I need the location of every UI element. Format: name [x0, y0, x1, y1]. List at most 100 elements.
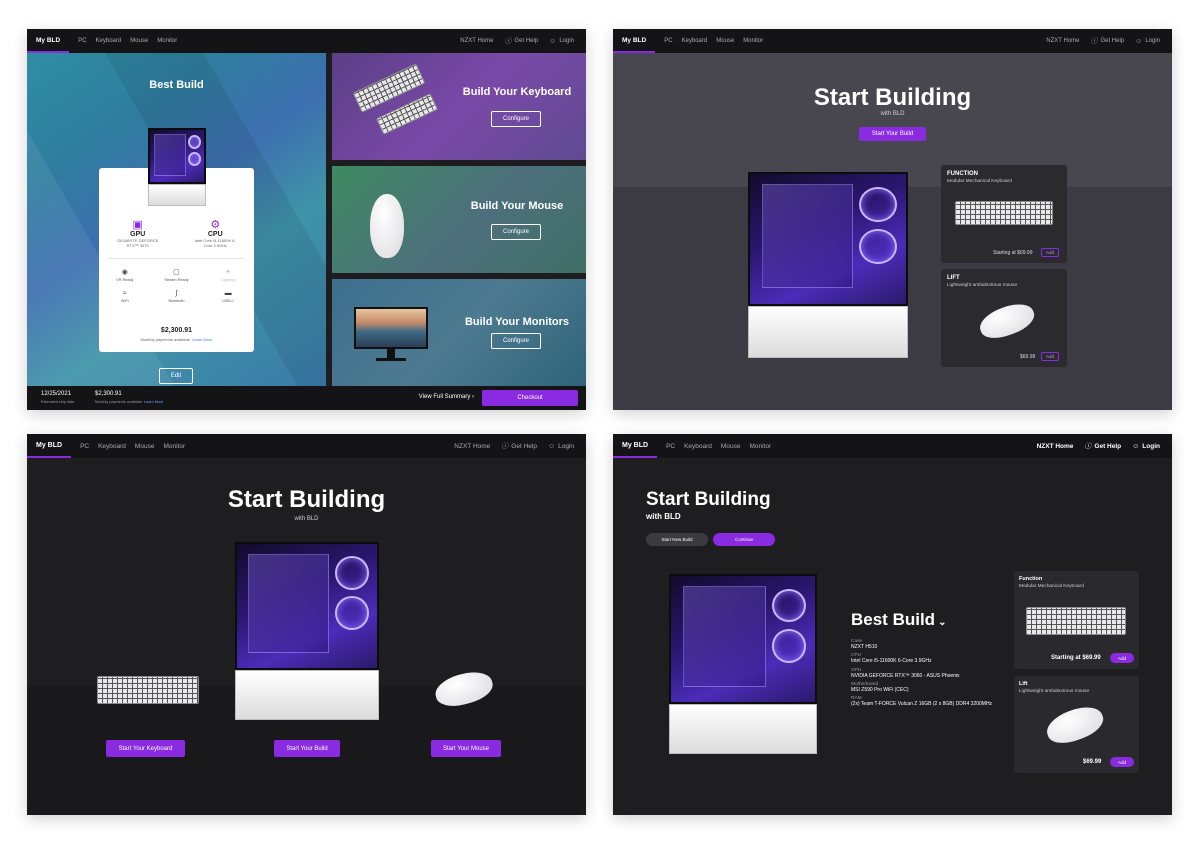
spec-value: Intel Core i5-11600K 6-Core 3.9GHz: [851, 658, 932, 665]
top-nav: My BLD PC Keyboard Mouse Monitor NZXT Ho…: [27, 29, 586, 53]
footer-price: $2,300.91: [95, 391, 122, 397]
card-subtitle: Lightweight ambidextrous mouse: [947, 283, 1018, 288]
nav-link-mouse[interactable]: Mouse: [716, 38, 734, 44]
nav-link-keyboard[interactable]: Keyboard: [684, 443, 712, 450]
nav-login-label: Login: [1145, 38, 1160, 44]
nav-link-keyboard[interactable]: Keyboard: [96, 38, 122, 44]
add-keyboard-button[interactable]: Add: [1110, 653, 1134, 663]
nav-get-help[interactable]: ⓘ Get Help: [504, 36, 538, 46]
pc-case-image: [148, 128, 206, 206]
nav-get-help[interactable]: ⓘ Get Help: [1084, 441, 1121, 451]
card-subtitle: Modular Mechanical Keyboard: [1019, 584, 1084, 589]
start-your-keyboard-button[interactable]: Start Your Keyboard: [106, 740, 185, 757]
nav-link-keyboard[interactable]: Keyboard: [98, 443, 126, 450]
nav-link-monitor[interactable]: Monitor: [163, 443, 185, 450]
footer-payments: Monthly payments available. Learn More: [95, 400, 163, 404]
add-keyboard-button[interactable]: Add: [1041, 248, 1059, 257]
start-your-mouse-button[interactable]: Start Your Mouse: [431, 740, 501, 757]
nav-nzxt-home[interactable]: NZXT Home: [1046, 38, 1079, 44]
add-mouse-button[interactable]: Add: [1110, 757, 1134, 767]
nav-brand[interactable]: My BLD: [613, 434, 658, 458]
nav-login[interactable]: ☺ Login: [548, 443, 574, 450]
nav-link-monitor[interactable]: Monitor: [749, 443, 771, 450]
start-new-build-button[interactable]: Start New Build: [646, 533, 708, 546]
best-build-title: Best Build: [851, 610, 936, 629]
learn-more-link[interactable]: Learn More: [192, 337, 212, 342]
nav-login[interactable]: ☺ Login: [1135, 38, 1160, 45]
nav-nzxt-home[interactable]: NZXT Home: [1037, 443, 1074, 450]
monitor-base: [376, 358, 406, 361]
card-price: Starting at $69.99: [1051, 655, 1101, 661]
configure-keyboard-button[interactable]: Configure: [491, 111, 541, 127]
user-icon: ☺: [1135, 37, 1143, 45]
nav-link-pc[interactable]: PC: [666, 443, 675, 450]
nav-login[interactable]: ☺ Login: [1132, 443, 1160, 450]
nav-link-mouse[interactable]: Mouse: [135, 443, 155, 450]
keyboard-image: [97, 676, 199, 704]
edit-button[interactable]: Edit: [159, 368, 193, 384]
spec-value: MSI Z590 Pro WiFi (CEC): [851, 686, 909, 693]
nav-link-mouse[interactable]: Mouse: [721, 443, 741, 450]
start-your-build-button[interactable]: Start Your Build: [274, 740, 340, 757]
nav-get-help[interactable]: ⓘ Get Help: [1090, 36, 1124, 46]
panel-best-build: My BLD PC Keyboard Mouse Monitor NZXT Ho…: [613, 434, 1172, 815]
best-build-dropdown[interactable]: Best Build ⌄: [851, 610, 946, 630]
nav-nzxt-home[interactable]: NZXT Home: [460, 38, 493, 44]
footer-payments-text: Monthly payments available.: [95, 400, 143, 404]
best-build-tile: Best Build ▣ GPU GIGABYTE GEFORCE RTX™ 3…: [27, 53, 326, 386]
pc-case-image: [235, 542, 379, 720]
ship-date-label: Estimated ship date: [41, 400, 75, 404]
user-icon: ☺: [547, 442, 556, 450]
configure-monitor-button[interactable]: Configure: [491, 333, 541, 349]
monitor-title: Build Your Monitors: [464, 316, 570, 328]
help-icon: ⓘ: [501, 443, 509, 450]
card-title: FUNCTION: [947, 171, 978, 177]
keyboard-product-card[interactable]: FUNCTION Modular Mechanical Keyboard Sta…: [941, 165, 1067, 263]
nav-nzxt-home[interactable]: NZXT Home: [454, 443, 490, 450]
best-build-title: Best Build: [149, 79, 204, 91]
checkout-button[interactable]: Checkout: [482, 390, 578, 406]
feature-usb-c: USB-C: [222, 299, 235, 303]
mouse-tile: Build Your Mouse Configure: [332, 166, 586, 273]
page-title: Start Building: [813, 84, 972, 111]
nav-link-pc[interactable]: PC: [80, 443, 89, 450]
card-title: Function: [1019, 576, 1043, 582]
mouse-product-card[interactable]: LIFT Lightweight ambidextrous mouse $69.…: [941, 269, 1067, 367]
card-divider: [109, 258, 244, 259]
nav-brand[interactable]: My BLD: [27, 434, 72, 458]
nav-link-monitor[interactable]: Monitor: [743, 38, 763, 44]
mouse-product-card[interactable]: Lift Lightweight ambidextrous mouse $69.…: [1014, 676, 1139, 773]
page-title: Start Building: [646, 489, 771, 510]
nav-link-monitor[interactable]: Monitor: [157, 38, 177, 44]
nav-get-help-label: Get Help: [1100, 38, 1125, 44]
nav-link-mouse[interactable]: Mouse: [130, 38, 148, 44]
feature-bluetooth: Bluetooth: [168, 299, 185, 303]
pc-case-image: [748, 172, 908, 358]
nav-link-keyboard[interactable]: Keyboard: [682, 38, 708, 44]
nav-link-pc[interactable]: PC: [78, 38, 86, 44]
nav-link-pc[interactable]: PC: [664, 38, 672, 44]
configure-mouse-button[interactable]: Configure: [491, 224, 541, 240]
checkout-footer: 12/25/2021 Estimated ship date $2,300.91…: [27, 386, 586, 410]
view-full-summary-link[interactable]: View Full Summary ›: [419, 394, 474, 400]
card-subtitle: Modular Mechanical Keyboard: [947, 179, 1012, 184]
keyboard-product-card[interactable]: Function Modular Mechanical Keyboard Sta…: [1014, 571, 1139, 669]
gpu-icon: ▣: [132, 219, 143, 231]
payments-note: Monthly payments available. Learn More: [99, 337, 254, 342]
spec-value: NZXT H510: [851, 644, 878, 650]
start-your-build-button[interactable]: Start Your Build: [859, 127, 926, 141]
continue-button[interactable]: Continue: [713, 533, 775, 546]
mouse-image: [370, 194, 404, 258]
nav-get-help[interactable]: ⓘ Get Help: [501, 441, 537, 451]
nav-brand[interactable]: My BLD: [27, 29, 70, 53]
build-specs: Case NZXT H510 CPU Intel Core i5-11600K …: [851, 636, 1001, 707]
panel-start-grey: My BLD PC Keyboard Mouse Monitor NZXT Ho…: [613, 29, 1172, 410]
footer-learn-more-link[interactable]: Learn More: [144, 400, 163, 404]
gpu-value: GIGABYTE GEFORCE RTX™ 3070: [117, 238, 159, 248]
nav-brand[interactable]: My BLD: [613, 29, 656, 53]
spec-value: NVIDIA GEFORCE RTX™ 3060 - ASUS Phoenix: [851, 672, 960, 679]
add-mouse-button[interactable]: Add: [1041, 352, 1059, 361]
nav-login[interactable]: ☺ Login: [549, 38, 574, 45]
nav-get-help-label: Get Help: [514, 38, 539, 44]
keyboard-image: [955, 201, 1053, 225]
